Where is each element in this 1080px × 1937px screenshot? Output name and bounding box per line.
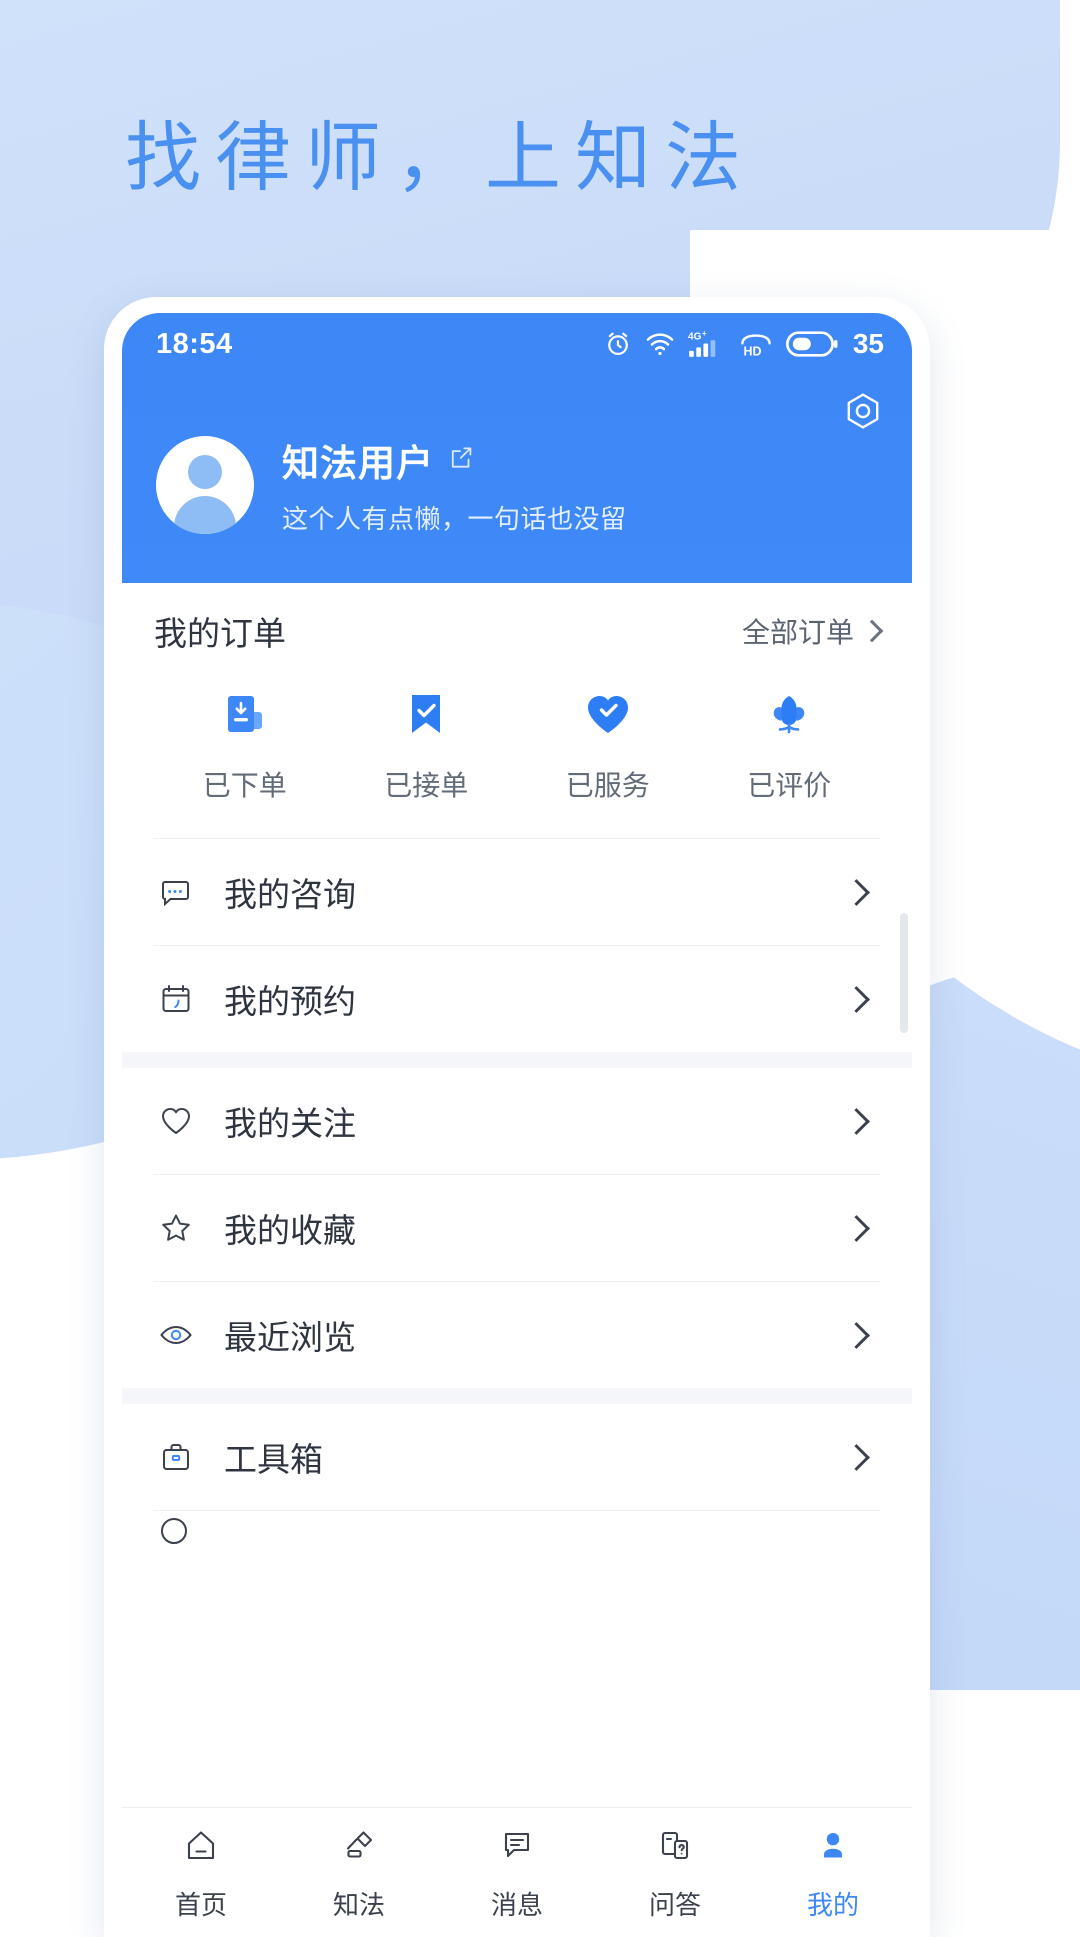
menu-group-consult: 我的咨询 我的预约 bbox=[122, 839, 912, 1052]
message-icon bbox=[495, 1824, 539, 1873]
all-orders-link[interactable]: 全部订单 bbox=[741, 611, 884, 651]
menu-item-my-collection[interactable]: 我的收藏 bbox=[122, 1175, 912, 1281]
menu-item-label: 我的咨询 bbox=[224, 876, 356, 913]
nav-item-label: 首页 bbox=[174, 1889, 227, 1920]
profile-info-row[interactable]: 知法用户 这个人有点懒，一句话也没留 bbox=[156, 433, 627, 536]
battery-percent-label: 35 bbox=[852, 328, 884, 359]
scrollbar-thumb[interactable] bbox=[900, 913, 908, 1033]
chevron-right-icon bbox=[843, 1107, 870, 1135]
menu-group-favorites: 我的关注 我的收藏 最近浏览 bbox=[122, 1068, 912, 1388]
status-bar-time: 18:54 bbox=[156, 327, 233, 360]
menu-item-my-following[interactable]: 我的关注 bbox=[122, 1068, 912, 1174]
order-status-label: 已评价 bbox=[747, 770, 832, 801]
menu-group-tools: 工具箱 bbox=[122, 1404, 912, 1547]
svg-text:+: + bbox=[702, 329, 707, 338]
order-status-label: 已接单 bbox=[384, 770, 469, 801]
orders-header: 我的订单 全部订单 bbox=[154, 583, 884, 679]
menu-item-label: 我的关注 bbox=[224, 1105, 356, 1142]
order-status-row: 已下单 已接单 已服务 已评价 bbox=[154, 679, 880, 839]
order-status-reviewed[interactable]: 已评价 bbox=[714, 687, 864, 804]
menu-item-recent-browsing[interactable]: 最近浏览 bbox=[122, 1282, 912, 1388]
partial-icon bbox=[161, 1518, 187, 1544]
promo-headline: 找律师，上知法 bbox=[125, 113, 755, 202]
nav-item-label: 消息 bbox=[490, 1889, 543, 1920]
bottom-navigation-bar: 首页 知法 消息 问答 我的 bbox=[122, 1807, 912, 1937]
nav-item-qa[interactable]: 问答 bbox=[596, 1824, 754, 1922]
chevron-right-icon bbox=[843, 878, 870, 906]
menu-item-partial-cutoff[interactable] bbox=[122, 1511, 912, 1547]
order-status-label: 已服务 bbox=[565, 770, 650, 801]
nav-item-messages[interactable]: 消息 bbox=[438, 1824, 596, 1922]
star-outline-icon bbox=[154, 1208, 198, 1248]
qa-icon bbox=[653, 1824, 697, 1873]
menu-item-label: 最近浏览 bbox=[224, 1319, 356, 1356]
profile-name: 知法用户 bbox=[282, 443, 434, 484]
menu-item-toolbox[interactable]: 工具箱 bbox=[122, 1404, 912, 1510]
menu-item-label: 我的收藏 bbox=[224, 1212, 356, 1249]
chevron-right-icon bbox=[843, 985, 870, 1013]
partial-label bbox=[220, 1511, 229, 1547]
order-reviewed-icon bbox=[762, 687, 816, 746]
order-status-accepted[interactable]: 已接单 bbox=[351, 687, 501, 804]
nav-item-label: 我的 bbox=[806, 1889, 859, 1920]
nav-item-zhifa[interactable]: 知法 bbox=[280, 1824, 438, 1922]
profile-name-row: 知法用户 bbox=[282, 433, 627, 487]
avatar-body-shape bbox=[174, 495, 236, 534]
hd-call-icon: HD bbox=[739, 330, 773, 358]
section-gap bbox=[122, 1052, 912, 1068]
nav-item-home[interactable]: 首页 bbox=[122, 1824, 280, 1922]
battery-icon bbox=[785, 329, 838, 359]
phone-mockup-frame: 18:54 4G + HD 35 知法用户 这个人有点懒，一句话也没留 我的订单… bbox=[104, 297, 930, 1937]
heart-outline-icon bbox=[154, 1101, 198, 1141]
status-bar: 18:54 4G + HD 35 bbox=[122, 313, 912, 375]
section-gap bbox=[122, 1388, 912, 1404]
orders-card: 我的订单 全部订单 已下单 已接单 已服务 已评价 我的咨询 我的预约 bbox=[122, 583, 912, 1052]
wifi-icon bbox=[645, 330, 675, 358]
menu-item-label: 工具箱 bbox=[224, 1441, 323, 1478]
signal-4g-icon: 4G + bbox=[688, 329, 726, 359]
nav-item-profile[interactable]: 我的 bbox=[754, 1824, 912, 1922]
order-status-served[interactable]: 已服务 bbox=[533, 687, 683, 804]
menu-item-label: 我的预约 bbox=[224, 983, 356, 1020]
nav-item-label: 知法 bbox=[332, 1889, 385, 1920]
home-icon bbox=[179, 1824, 223, 1873]
profile-text-block: 知法用户 这个人有点懒，一句话也没留 bbox=[282, 433, 627, 536]
chevron-right-icon bbox=[843, 1321, 870, 1349]
menu-item-my-consultation[interactable]: 我的咨询 bbox=[122, 839, 912, 945]
briefcase-icon bbox=[154, 1437, 198, 1477]
eye-icon bbox=[154, 1315, 198, 1355]
svg-text:4G: 4G bbox=[688, 332, 702, 343]
alarm-icon bbox=[604, 330, 632, 358]
order-served-icon bbox=[581, 687, 635, 746]
chevron-right-icon bbox=[843, 1214, 870, 1242]
calendar-icon bbox=[154, 979, 198, 1019]
edit-icon[interactable] bbox=[448, 445, 474, 476]
svg-text:HD: HD bbox=[743, 344, 761, 358]
avatar[interactable] bbox=[156, 435, 254, 534]
profile-icon bbox=[811, 1824, 855, 1873]
profile-bio: 这个人有点懒，一句话也没留 bbox=[282, 504, 627, 534]
order-status-placed[interactable]: 已下单 bbox=[170, 687, 320, 804]
nav-item-label: 问答 bbox=[648, 1889, 701, 1920]
all-orders-label: 全部订单 bbox=[741, 617, 854, 648]
phone-screen: 18:54 4G + HD 35 知法用户 这个人有点懒，一句话也没留 我的订单… bbox=[122, 313, 912, 1937]
order-status-label: 已下单 bbox=[202, 770, 287, 801]
gavel-icon bbox=[337, 1824, 381, 1873]
hexagon-settings-icon[interactable] bbox=[840, 389, 886, 435]
order-placed-icon bbox=[218, 687, 272, 746]
chat-bubble-icon bbox=[154, 872, 198, 912]
status-bar-icons: 4G + HD 35 bbox=[604, 328, 884, 360]
order-accepted-icon bbox=[399, 687, 453, 746]
chevron-right-icon bbox=[860, 619, 884, 643]
avatar-head-shape bbox=[188, 454, 222, 489]
profile-header: 知法用户 这个人有点懒，一句话也没留 bbox=[122, 375, 912, 583]
menu-item-my-appointment[interactable]: 我的预约 bbox=[122, 946, 912, 1052]
chevron-right-icon bbox=[843, 1443, 870, 1471]
orders-title: 我的订单 bbox=[154, 615, 286, 652]
